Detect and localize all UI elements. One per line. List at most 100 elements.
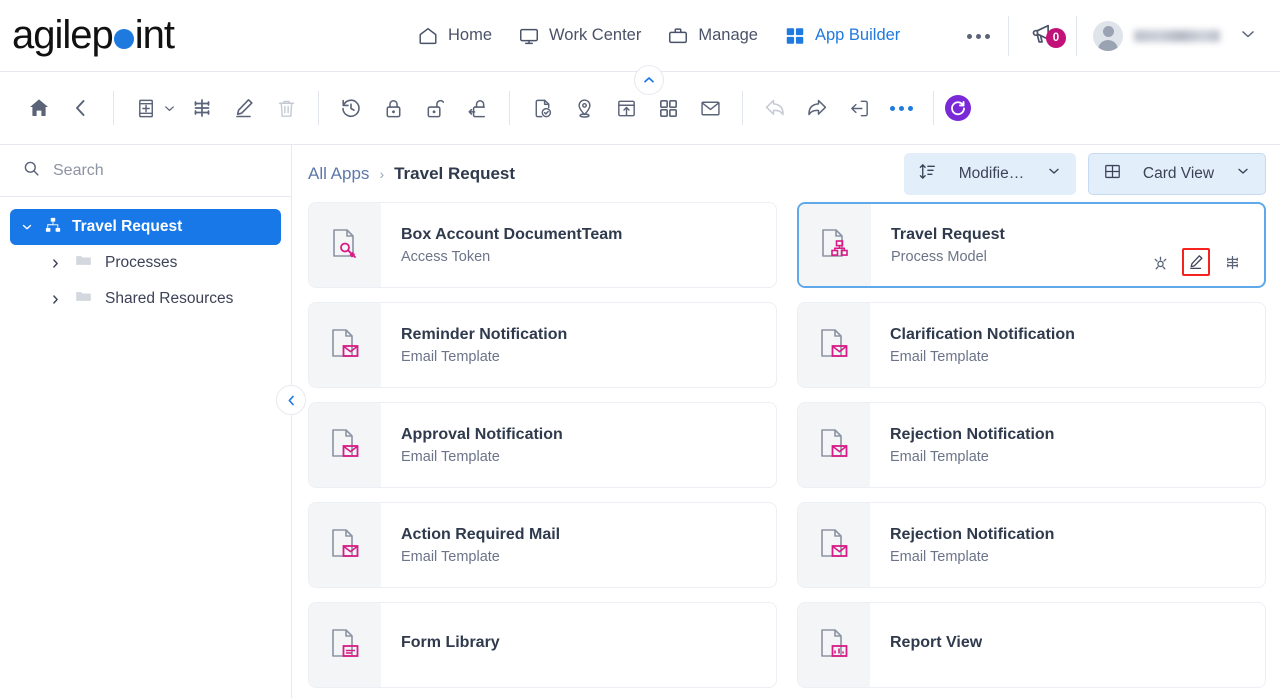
card-view-icon — [1103, 162, 1122, 186]
sort-dropdown[interactable]: Modifie… — [904, 152, 1076, 195]
properties-icon[interactable] — [1218, 248, 1246, 276]
card-title: Action Required Mail — [401, 525, 561, 543]
toolbar-export-button[interactable] — [838, 87, 880, 129]
breadcrumb: All Apps › Travel Request — [308, 164, 515, 184]
notifications-button[interactable]: 0 — [1009, 20, 1076, 52]
toolbar-redo-button[interactable] — [796, 87, 838, 129]
card-title: Rejection Notification — [890, 525, 1055, 543]
card-body: Rejection Notification Email Template — [870, 503, 1265, 587]
card-icon-wrap — [799, 204, 871, 286]
pencil-icon[interactable] — [1182, 248, 1210, 276]
card-title: Approval Notification — [401, 425, 563, 443]
tree-item-processes[interactable]: Processes — [38, 245, 281, 281]
nav-item-work-center[interactable]: Work Center — [518, 25, 641, 47]
card-subtitle: Email Template — [890, 448, 989, 465]
monitor-icon — [518, 25, 540, 47]
notification-badge: 0 — [1046, 28, 1066, 48]
card-body: Action Required Mail Email Template — [381, 503, 776, 587]
toolbar-home-button[interactable] — [18, 87, 60, 129]
toolbar-edit-button[interactable] — [223, 87, 265, 129]
tree-label: Shared Resources — [105, 290, 234, 307]
toolbar-mail-button[interactable] — [689, 87, 731, 129]
card-clarification-notification[interactable]: Clarification Notification Email Templat… — [797, 302, 1266, 388]
card-action-required-mail[interactable]: Action Required Mail Email Template — [308, 502, 777, 588]
toolbar-publish-button[interactable] — [605, 87, 647, 129]
toolbar-refresh-button[interactable] — [945, 95, 971, 121]
avatar[interactable] — [1093, 21, 1123, 51]
collapse-sidebar-button[interactable] — [276, 385, 306, 415]
view-label: Card View — [1142, 164, 1215, 182]
toolbar-validate-button[interactable] — [521, 87, 563, 129]
chevron-down-icon[interactable] — [1046, 163, 1062, 184]
collapse-header-button[interactable] — [634, 65, 664, 95]
toolbar-location-button[interactable] — [563, 87, 605, 129]
chevron-down-icon[interactable] — [1235, 163, 1251, 184]
tree-item-travel-request[interactable]: Travel Request — [10, 209, 281, 245]
header-more-icon[interactable] — [949, 33, 1008, 39]
document-mail-icon — [325, 423, 365, 468]
toolbar-check-out-button[interactable] — [456, 87, 498, 129]
card-title: Reminder Notification — [401, 325, 568, 343]
card-form-library[interactable]: Form Library — [308, 602, 777, 688]
card-title: Report View — [890, 633, 983, 651]
sidebar: Travel Request Processes Shared Resour — [0, 145, 306, 698]
card-rejection-notification[interactable]: Rejection Notification Email Template — [797, 402, 1266, 488]
card-subtitle: Email Template — [401, 548, 500, 565]
search-icon — [22, 159, 41, 183]
toolbar-more-ellipsis-icon[interactable] — [880, 105, 922, 111]
main-header-actions: Modifie… Card View — [904, 152, 1266, 195]
card-action-group — [1146, 204, 1246, 286]
home-icon — [417, 25, 439, 47]
run-icon[interactable] — [1146, 248, 1174, 276]
folder-icon — [74, 287, 93, 311]
toolbar-lock-button[interactable] — [372, 87, 414, 129]
toolbar-properties-button[interactable] — [181, 87, 223, 129]
card-grid: Box Account DocumentTeam Access Token Tr… — [292, 202, 1280, 688]
sitemap-icon — [44, 216, 62, 239]
document-mail-icon — [814, 323, 854, 368]
card-subtitle: Email Template — [890, 348, 989, 365]
card-approval-notification[interactable]: Approval Notification Email Template — [308, 402, 777, 488]
card-title: Box Account DocumentTeam — [401, 225, 623, 243]
breadcrumb-all-apps[interactable]: All Apps — [308, 164, 369, 184]
toolbar-back-button[interactable] — [60, 87, 102, 129]
card-body: Form Library — [381, 603, 776, 687]
chevron-down-icon[interactable] — [20, 220, 34, 234]
tree-item-shared-resources[interactable]: Shared Resources — [38, 281, 281, 317]
document-mail-icon — [325, 323, 365, 368]
toolbar-new-button[interactable] — [125, 87, 167, 129]
card-reminder-notification[interactable]: Reminder Notification Email Template — [308, 302, 777, 388]
card-icon-wrap — [798, 503, 870, 587]
card-travel-request[interactable]: Travel Request Process Model — [797, 202, 1266, 288]
agilepoint-logo[interactable]: agilep int — [12, 13, 175, 58]
tree-label: Processes — [105, 254, 178, 271]
nav-item-app-builder[interactable]: App Builder — [784, 25, 900, 47]
chevron-right-icon[interactable] — [48, 257, 62, 270]
chevron-right-icon[interactable] — [48, 293, 62, 306]
toolbar-new-chevron-down-icon[interactable] — [162, 101, 177, 116]
card-icon-wrap — [309, 603, 381, 687]
breadcrumb-current: Travel Request — [394, 163, 516, 183]
card-icon-wrap — [798, 603, 870, 687]
document-mail-icon — [325, 523, 365, 568]
card-body: Travel Request Process Model — [871, 204, 1264, 286]
view-dropdown[interactable]: Card View — [1088, 152, 1266, 195]
toolbar-divider-3 — [509, 91, 510, 125]
toolbar-delete-button — [265, 87, 307, 129]
card-report-view[interactable]: Report View — [797, 602, 1266, 688]
toolbar-unlock-button[interactable] — [414, 87, 456, 129]
toolbar-history-button[interactable] — [330, 87, 372, 129]
card-box-account-documentteam[interactable]: Box Account DocumentTeam Access Token — [308, 202, 777, 288]
card-subtitle: Access Token — [401, 248, 491, 265]
card-subtitle: Email Template — [401, 448, 500, 465]
search-input[interactable] — [53, 161, 233, 180]
card-body: Rejection Notification Email Template — [870, 403, 1265, 487]
card-body: Box Account DocumentTeam Access Token — [381, 203, 776, 287]
nav-item-manage[interactable]: Manage — [667, 25, 758, 47]
grid-icon — [784, 25, 806, 47]
user-menu-chevron-down-icon[interactable] — [1238, 24, 1258, 49]
top-header: agilep int Home Work Center Manage App Bu… — [0, 0, 1280, 95]
document-key-icon — [325, 223, 365, 268]
nav-item-home[interactable]: Home — [417, 25, 492, 47]
card-rejection-notification-2[interactable]: Rejection Notification Email Template — [797, 502, 1266, 588]
